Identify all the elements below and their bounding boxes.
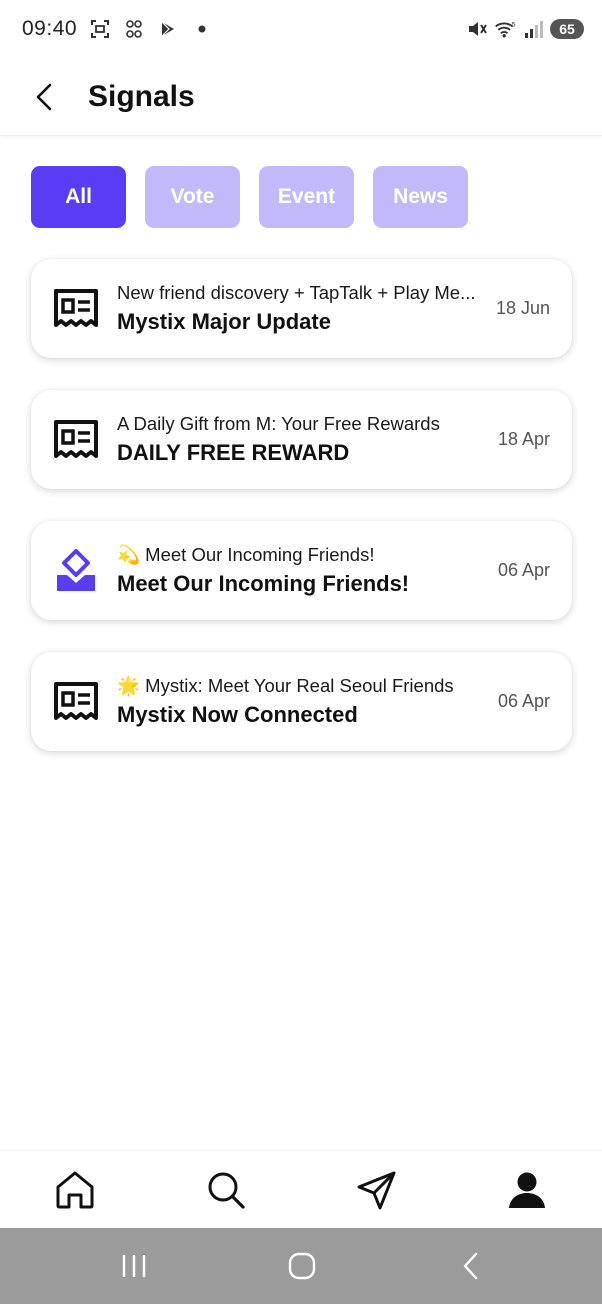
card-subtitle: 🌟 Mystix: Meet Your Real Seoul Friends	[117, 675, 454, 696]
back-button[interactable]	[16, 69, 72, 125]
bottom-nav	[0, 1150, 602, 1228]
app-header: Signals	[0, 58, 602, 136]
status-time: 09:40	[22, 17, 78, 40]
ballot-box-icon	[51, 546, 101, 596]
card-date: 18 Apr	[497, 429, 550, 449]
signal-card[interactable]: New friend discovery + TapTalk + Play Me…	[31, 259, 572, 358]
card-title: Mystix Major Update	[117, 309, 331, 334]
search-icon	[208, 1172, 245, 1209]
card-text: New friend discovery + TapTalk + Play Me…	[117, 281, 486, 336]
screenshot-icon	[89, 18, 111, 40]
profile-icon	[509, 1172, 545, 1208]
card-subtitle: New friend discovery + TapTalk + Play Me…	[117, 282, 476, 303]
nav-send[interactable]	[347, 1160, 407, 1220]
send-icon	[357, 1171, 396, 1210]
card-subtitle: A Daily Gift from M: Your Free Rewards	[117, 413, 440, 434]
signal-card[interactable]: A Daily Gift from M: Your Free Rewards D…	[31, 390, 572, 489]
newspaper-icon	[51, 415, 101, 465]
tab-vote[interactable]: Vote	[145, 166, 240, 228]
card-date: 18 Jun	[495, 298, 550, 318]
card-title: Meet Our Incoming Friends!	[117, 571, 410, 596]
chevron-left-icon	[36, 83, 52, 110]
system-back-button[interactable]	[441, 1236, 501, 1296]
card-text: A Daily Gift from M: Your Free Rewards D…	[117, 412, 488, 467]
wifi-icon: 5	[494, 18, 516, 40]
card-text: 💫 Meet Our Incoming Friends! Meet Our In…	[117, 543, 488, 598]
nav-profile[interactable]	[497, 1160, 557, 1220]
tab-all[interactable]: All	[31, 166, 126, 228]
card-text: 🌟 Mystix: Meet Your Real Seoul Friends M…	[117, 674, 488, 729]
nav-search[interactable]	[196, 1160, 256, 1220]
screen: 09:40 5 65 Signals All Vote Event News N…	[0, 0, 602, 1304]
filter-tabs: All Vote Event News	[31, 166, 468, 228]
tab-news[interactable]: News	[373, 166, 468, 228]
card-subtitle: 💫 Meet Our Incoming Friends!	[117, 544, 375, 565]
nav-home[interactable]	[45, 1160, 105, 1220]
card-date: 06 Apr	[497, 691, 550, 711]
signal-icon	[522, 18, 544, 40]
tab-event[interactable]: Event	[259, 166, 354, 228]
home-button-icon	[288, 1252, 316, 1280]
qr-scan-icon	[123, 18, 145, 40]
page-title: Signals	[88, 79, 195, 113]
card-title: DAILY FREE REWARD	[117, 440, 350, 465]
signal-card[interactable]: 🌟 Mystix: Meet Your Real Seoul Friends M…	[31, 652, 572, 751]
home-icon	[56, 1171, 94, 1209]
system-nav-bar	[0, 1228, 602, 1304]
svg-text:5: 5	[512, 21, 516, 28]
dot-icon	[191, 18, 213, 40]
battery-icon: 65	[550, 19, 584, 39]
system-home-button[interactable]	[272, 1236, 332, 1296]
recent-apps-button[interactable]	[104, 1236, 164, 1296]
newspaper-icon	[51, 677, 101, 727]
recent-apps-icon	[122, 1255, 146, 1277]
mute-icon	[466, 18, 488, 40]
signal-card[interactable]: 💫 Meet Our Incoming Friends! Meet Our In…	[31, 521, 572, 620]
newspaper-icon	[51, 284, 101, 334]
card-title: Mystix Now Connected	[117, 702, 358, 727]
card-date: 06 Apr	[497, 560, 550, 580]
status-bar: 09:40 5 65	[0, 0, 602, 58]
status-left: 09:40	[22, 17, 213, 41]
play-store-icon	[157, 18, 179, 40]
signal-list: New friend discovery + TapTalk + Play Me…	[31, 259, 572, 783]
status-right: 5 65	[466, 18, 584, 40]
back-icon	[463, 1252, 478, 1280]
